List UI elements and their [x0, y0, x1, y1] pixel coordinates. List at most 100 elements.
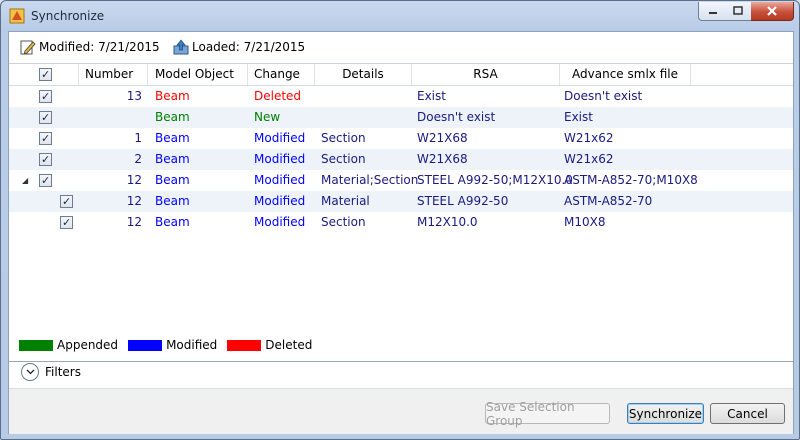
- loaded-date: Loaded: 7/21/2015: [192, 40, 306, 54]
- row-model-object: Beam: [155, 194, 190, 208]
- row-number: [79, 107, 142, 128]
- row-checkbox[interactable]: [39, 128, 52, 149]
- header-model-object[interactable]: Model Object: [148, 64, 248, 85]
- cancel-button[interactable]: Cancel: [710, 403, 785, 424]
- row-model-object: Beam: [155, 215, 190, 229]
- row-details: Material;Section: [321, 173, 419, 187]
- legend-deleted-label: Deleted: [265, 338, 313, 352]
- dialog-body: Modified: 7/21/2015 Loaded: 7/21/2015 Nu…: [8, 31, 794, 434]
- synchronize-window: Synchronize Modified: 7/21/2015 Loaded: …: [0, 0, 800, 440]
- table-row[interactable]: ◢ 12 Beam Modified Material;SectionSTEEL A99…: [9, 170, 793, 191]
- row-checkbox[interactable]: [39, 170, 52, 191]
- legend: Appended Modified Deleted: [19, 338, 322, 352]
- maximize-button[interactable]: [725, 2, 752, 21]
- row-details: Section: [321, 131, 366, 145]
- row-model-object: Beam: [155, 110, 190, 124]
- minimize-icon: [708, 12, 717, 14]
- row-change: Modified: [254, 194, 306, 208]
- row-checkbox[interactable]: [39, 149, 52, 170]
- row-change: Deleted: [254, 89, 302, 103]
- grid-header: Number Model Object Change Details RSA A…: [9, 64, 793, 86]
- close-button[interactable]: [751, 2, 794, 21]
- chevron-down-icon[interactable]: [21, 363, 39, 381]
- deleted-swatch: [227, 339, 262, 351]
- row-rsa: Exist: [417, 89, 446, 103]
- filters-label: Filters: [45, 365, 81, 379]
- row-rsa: W21X68: [417, 131, 468, 145]
- legend-modified: Modified: [128, 338, 217, 352]
- row-number: 12: [126, 215, 142, 229]
- row-rsa: STEEL A992-50;M12X10.0: [417, 173, 573, 187]
- modified-date: Modified: 7/21/2015: [39, 40, 160, 54]
- appended-swatch: [19, 339, 53, 351]
- upload-icon: [173, 39, 189, 55]
- app-icon: [9, 8, 25, 24]
- row-change: Modified: [254, 152, 306, 166]
- window-title: Synchronize: [31, 9, 105, 23]
- header-rsa[interactable]: RSA: [412, 64, 560, 85]
- row-change: Modified: [254, 173, 306, 187]
- row-number: 12: [126, 194, 142, 208]
- table-row[interactable]: 12 Beam Modified Section M12X10.0 M10X8: [9, 212, 793, 233]
- row-model-object: Beam: [155, 89, 190, 103]
- legend-appended: Appended: [19, 338, 118, 352]
- row-details: [321, 107, 413, 128]
- synchronize-button[interactable]: Synchronize: [627, 403, 704, 424]
- row-number: 2: [134, 152, 142, 166]
- row-checkbox[interactable]: [60, 191, 73, 212]
- close-icon: [767, 6, 777, 16]
- maximize-icon: [733, 6, 743, 15]
- table-row[interactable]: Beam New Doesn't exist Exist: [9, 107, 793, 128]
- row-smlx: W21x62: [564, 152, 614, 166]
- row-smlx: ASTM-A852-70;M10X8: [564, 173, 698, 187]
- table-row[interactable]: 2 Beam Modified Section W21X68 W21x62: [9, 149, 793, 170]
- row-rsa: M12X10.0: [417, 215, 478, 229]
- header-change[interactable]: Change: [248, 64, 315, 85]
- row-smlx: ASTM-A852-70: [564, 194, 653, 208]
- edit-document-icon: [20, 40, 36, 55]
- row-model-object: Beam: [155, 152, 190, 166]
- row-smlx: W21x62: [564, 131, 614, 145]
- changes-grid: Number Model Object Change Details RSA A…: [9, 63, 793, 362]
- row-details: Material: [321, 194, 370, 208]
- legend-modified-label: Modified: [166, 338, 218, 352]
- row-model-object: Beam: [155, 131, 190, 145]
- row-details: Section: [321, 152, 366, 166]
- header-details[interactable]: Details: [315, 64, 412, 85]
- row-number: 13: [126, 89, 142, 103]
- header-number[interactable]: Number: [79, 64, 148, 85]
- row-smlx: M10X8: [564, 215, 606, 229]
- filters-expander[interactable]: Filters: [21, 363, 81, 381]
- row-details: [321, 86, 413, 107]
- row-change: Modified: [254, 215, 306, 229]
- row-number: 12: [126, 173, 142, 187]
- header-smlx-file[interactable]: Advance smlx file: [560, 64, 691, 85]
- row-smlx: Doesn't exist: [564, 89, 643, 103]
- row-number: 1: [134, 131, 142, 145]
- dialog-footer: Save Selection Group Synchronize Cancel: [9, 388, 793, 434]
- legend-deleted: Deleted: [227, 338, 312, 352]
- select-all-checkbox[interactable]: [39, 64, 52, 85]
- row-rsa: Doesn't exist: [417, 110, 496, 124]
- row-checkbox[interactable]: [60, 212, 73, 233]
- loaded-info: Loaded: 7/21/2015: [173, 39, 305, 55]
- row-change: Modified: [254, 131, 306, 145]
- table-row[interactable]: 13 Beam Deleted Exist Doesn't exist: [9, 86, 793, 107]
- row-checkbox[interactable]: [39, 86, 52, 107]
- table-row[interactable]: 1 Beam Modified Section W21X68 W21x62: [9, 128, 793, 149]
- row-rsa: W21X68: [417, 152, 468, 166]
- row-smlx: Exist: [564, 110, 593, 124]
- row-model-object: Beam: [155, 173, 190, 187]
- info-bar: Modified: 7/21/2015 Loaded: 7/21/2015: [9, 32, 793, 62]
- save-selection-group-button[interactable]: Save Selection Group: [485, 400, 610, 428]
- legend-appended-label: Appended: [57, 338, 119, 352]
- header-select: [9, 64, 79, 85]
- table-row[interactable]: 12 Beam Modified Material STEEL A992-50 ASTM-…: [9, 191, 793, 212]
- row-details: Section: [321, 215, 366, 229]
- title-bar: Synchronize: [1, 1, 799, 31]
- minimize-button[interactable]: [698, 2, 727, 21]
- modified-swatch: [128, 339, 163, 351]
- expand-arrow-icon[interactable]: ◢: [22, 170, 28, 191]
- row-change: New: [254, 110, 281, 124]
- row-checkbox[interactable]: [39, 107, 52, 128]
